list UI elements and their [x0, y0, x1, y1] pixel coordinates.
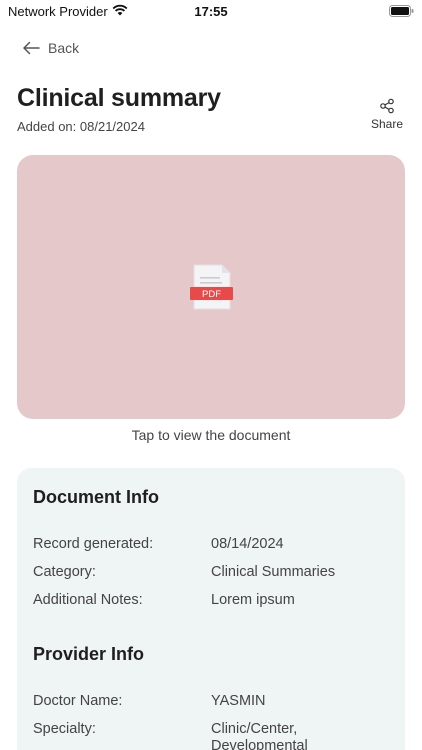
record-generated-label: Record generated: [33, 536, 154, 552]
provider-info-title: Provider Info [33, 644, 145, 664]
info-card: Document Info Record generated: 08/14/20… [17, 468, 405, 750]
document-preview[interactable]: PDF [17, 155, 405, 419]
category-label: Category: [33, 564, 96, 580]
document-info-title: Document Info [33, 487, 159, 507]
back-button[interactable]: Back [22, 38, 79, 58]
specialty-label: Specialty: [33, 721, 96, 737]
specialty-value: Clinic/Center, Developmental [211, 721, 308, 750]
share-icon [380, 98, 394, 114]
tap-to-view-label[interactable]: Tap to view the document [0, 427, 422, 443]
pdf-badge-label: PDF [202, 289, 221, 300]
category-value: Clinical Summaries [211, 564, 336, 580]
doctor-name-value: YASMIN [211, 693, 266, 709]
back-label: Back [48, 40, 80, 56]
clock: 17:55 [194, 4, 228, 19]
additional-notes-label: Additional Notes: [33, 592, 143, 608]
arrow-left-icon [23, 41, 40, 55]
page-title: Clinical summary [17, 84, 221, 112]
pdf-file-icon: PDF [190, 264, 233, 310]
status-bar: Network Provider 17:55 [0, 0, 422, 24]
share-button[interactable]: Share [369, 98, 405, 134]
added-on-date: Added on: 08/21/2024 [17, 119, 145, 134]
record-generated-value: 08/14/2024 [211, 536, 284, 552]
additional-notes-value: Lorem ipsum [211, 592, 295, 608]
battery-icon [389, 5, 414, 17]
doctor-name-label: Doctor Name: [33, 693, 123, 709]
share-label: Share [370, 117, 404, 131]
